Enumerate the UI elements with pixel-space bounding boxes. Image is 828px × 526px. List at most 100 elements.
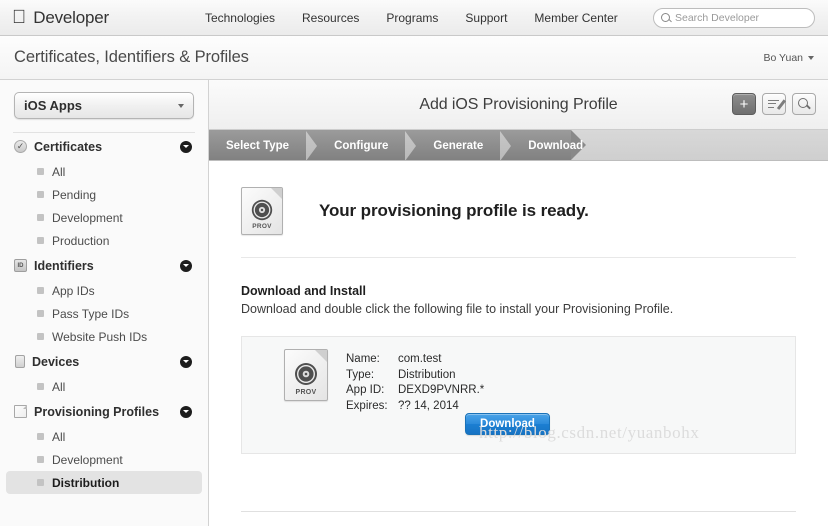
profile-detail-box: PROV Name: com.test Type: Distribution A… bbox=[241, 336, 796, 454]
bullet-icon bbox=[37, 479, 44, 486]
sidebar-item-label: Production bbox=[52, 234, 109, 248]
field-key: Name: bbox=[346, 352, 398, 368]
device-icon bbox=[15, 355, 25, 368]
sidebar-item-profiles-all[interactable]: All bbox=[6, 425, 202, 448]
sidebar-item-label: App IDs bbox=[52, 284, 95, 298]
search-icon bbox=[660, 12, 672, 24]
collapse-toggle-icon[interactable] bbox=[180, 406, 192, 418]
account-menu[interactable]: Bo Yuan bbox=[763, 52, 814, 64]
main-toolbar: + bbox=[732, 93, 816, 115]
profile-metadata: Name: com.test Type: Distribution App ID… bbox=[346, 349, 484, 414]
field-key: Type: bbox=[346, 368, 398, 384]
app-shell: iOS Apps Certificates All Pending bbox=[0, 80, 828, 526]
step-separator-icon bbox=[405, 131, 416, 161]
field-value: ?? 14, 2014 bbox=[398, 399, 459, 415]
nav-link-programs[interactable]: Programs bbox=[386, 11, 438, 25]
ready-row: PROV Your provisioning profile is ready. bbox=[209, 161, 828, 235]
divider bbox=[241, 257, 796, 258]
step-configure[interactable]: Configure bbox=[317, 130, 405, 161]
bullet-icon bbox=[37, 237, 44, 244]
download-button[interactable]: Download bbox=[465, 413, 550, 435]
step-label: Configure bbox=[334, 140, 388, 152]
sidebar-item-profiles-development[interactable]: Development bbox=[6, 448, 202, 471]
bullet-icon bbox=[37, 383, 44, 390]
collapse-toggle-icon[interactable] bbox=[180, 141, 192, 153]
profile-field-expires: Expires: ?? 14, 2014 bbox=[346, 399, 484, 415]
step-select-type[interactable]: Select Type bbox=[209, 130, 306, 161]
sidebar-item-label: Pending bbox=[52, 188, 96, 202]
step-label: Select Type bbox=[226, 140, 289, 152]
section-title: Download and Install bbox=[209, 284, 828, 298]
sidebar-item-certificates-pending[interactable]: Pending bbox=[6, 183, 202, 206]
nav-link-resources[interactable]: Resources bbox=[302, 11, 359, 25]
brand[interactable]:  Developer bbox=[0, 8, 109, 28]
field-key: App ID: bbox=[346, 383, 398, 399]
platform-selector[interactable]: iOS Apps bbox=[14, 92, 194, 119]
nav-link-support[interactable]: Support bbox=[465, 11, 507, 25]
sidebar-item-label: Development bbox=[52, 453, 123, 467]
sidebar-item-certificates-development[interactable]: Development bbox=[6, 206, 202, 229]
brand-label: Developer bbox=[33, 8, 109, 28]
nav-link-technologies[interactable]: Technologies bbox=[205, 11, 275, 25]
sidebar-item-label: All bbox=[52, 165, 65, 179]
global-nav-links: Technologies Resources Programs Support … bbox=[205, 11, 618, 25]
platform-selector-wrap: iOS Apps bbox=[0, 92, 208, 119]
collapse-toggle-icon[interactable] bbox=[180, 356, 192, 368]
global-search[interactable]: Search Developer bbox=[653, 8, 815, 28]
sidebar-item-label: All bbox=[52, 430, 65, 444]
chevron-down-icon bbox=[808, 56, 814, 60]
sidebar-group-identifiers[interactable]: Identifiers bbox=[0, 252, 208, 279]
nav-link-member-center[interactable]: Member Center bbox=[534, 11, 617, 25]
main-panel: Add iOS Provisioning Profile + bbox=[209, 80, 828, 526]
sidebar-item-label: All bbox=[52, 380, 65, 394]
sidebar-group-certificates[interactable]: Certificates bbox=[0, 133, 208, 160]
profile-field-app-id: App ID: DEXD9PVNRR.* bbox=[346, 383, 484, 399]
profile-field-name: Name: com.test bbox=[346, 352, 484, 368]
sidebar-group-label: Identifiers bbox=[34, 259, 94, 273]
bullet-icon bbox=[37, 168, 44, 175]
bullet-icon bbox=[37, 310, 44, 317]
search-button[interactable] bbox=[792, 93, 816, 115]
edit-button[interactable] bbox=[762, 93, 786, 115]
search-input-box[interactable]: Search Developer bbox=[653, 8, 815, 28]
sidebar-nav: Certificates All Pending Development Pro… bbox=[0, 132, 208, 494]
bullet-icon bbox=[37, 191, 44, 198]
page-title-bar: Certificates, Identifiers & Profiles Bo … bbox=[0, 36, 828, 80]
sidebar-item-app-ids[interactable]: App IDs bbox=[6, 279, 202, 302]
sidebar-item-certificates-production[interactable]: Production bbox=[6, 229, 202, 252]
gear-icon bbox=[249, 197, 275, 223]
account-name: Bo Yuan bbox=[763, 52, 803, 64]
gear-icon bbox=[292, 360, 320, 388]
download-button-wrap: Download bbox=[242, 413, 795, 435]
field-value: com.test bbox=[398, 352, 441, 368]
sidebar-group-devices[interactable]: Devices bbox=[0, 348, 208, 375]
step-generate[interactable]: Generate bbox=[416, 130, 500, 161]
sidebar-item-profiles-distribution[interactable]: Distribution bbox=[6, 471, 202, 494]
field-key: Expires: bbox=[346, 399, 398, 415]
sidebar-item-website-push-ids[interactable]: Website Push IDs bbox=[6, 325, 202, 348]
global-navigation-bar:  Developer Technologies Resources Progr… bbox=[0, 0, 828, 36]
sidebar-item-pass-type-ids[interactable]: Pass Type IDs bbox=[6, 302, 202, 325]
certificate-icon bbox=[14, 140, 27, 153]
identifier-icon bbox=[14, 259, 27, 272]
search-placeholder: Search Developer bbox=[675, 12, 759, 24]
add-button[interactable]: + bbox=[732, 93, 756, 115]
platform-selector-label: iOS Apps bbox=[24, 98, 82, 113]
bullet-icon bbox=[37, 433, 44, 440]
divider bbox=[241, 511, 796, 512]
sidebar-group-label: Devices bbox=[32, 355, 79, 369]
apple-logo-icon:  bbox=[12, 8, 26, 27]
sidebar-group-provisioning-profiles[interactable]: Provisioning Profiles bbox=[0, 398, 208, 425]
bullet-icon bbox=[37, 214, 44, 221]
step-separator-icon bbox=[306, 131, 317, 161]
step-download[interactable]: Download bbox=[511, 130, 600, 161]
provisioning-profile-file-icon: PROV bbox=[241, 187, 283, 235]
chevron-down-icon bbox=[178, 104, 184, 108]
collapse-toggle-icon[interactable] bbox=[180, 260, 192, 272]
step-label: Download bbox=[528, 140, 583, 152]
sidebar-item-certificates-all[interactable]: All bbox=[6, 160, 202, 183]
bullet-icon bbox=[37, 287, 44, 294]
bullet-icon bbox=[37, 333, 44, 340]
main-title: Add iOS Provisioning Profile bbox=[419, 96, 617, 114]
sidebar-item-devices-all[interactable]: All bbox=[6, 375, 202, 398]
